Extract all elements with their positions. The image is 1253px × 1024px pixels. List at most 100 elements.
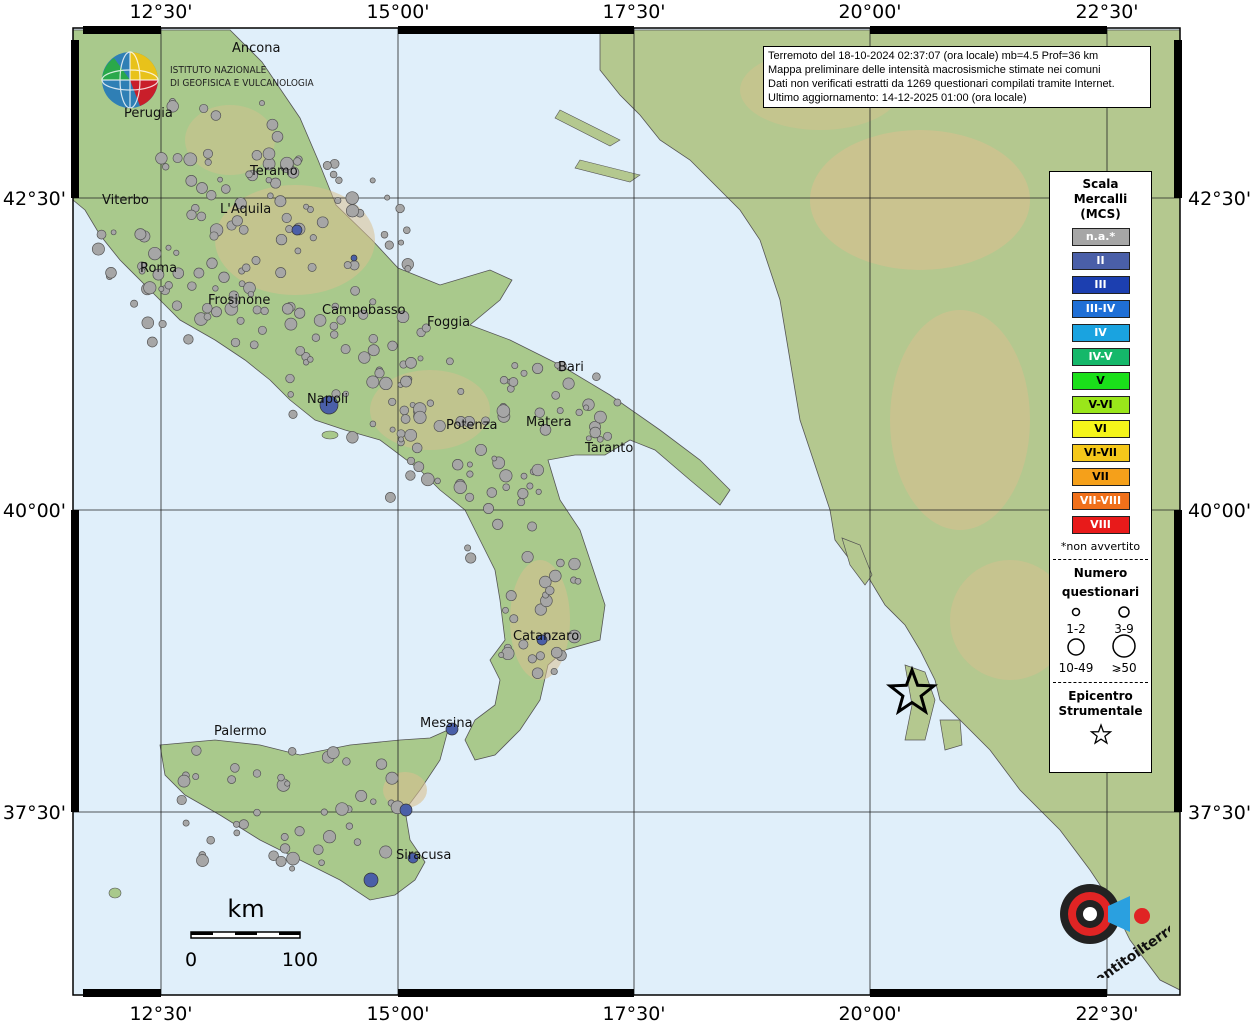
intensity-point <box>196 182 208 194</box>
intensity-point <box>204 158 212 166</box>
intensity-point <box>318 859 325 866</box>
intensity-point <box>164 281 173 290</box>
intensity-point <box>146 336 158 348</box>
intensity-point <box>496 404 511 418</box>
intensity-point <box>274 195 287 208</box>
intensity-point <box>453 480 467 494</box>
intensity-point <box>91 242 105 256</box>
lon-label: 22°30' <box>1075 1003 1138 1024</box>
intensity-point <box>370 798 377 805</box>
city-label: Taranto <box>584 441 633 456</box>
intensity-point <box>267 192 274 200</box>
intensity-point <box>285 225 294 234</box>
intensity-point <box>355 789 368 802</box>
lon-label: 15°00' <box>366 1003 429 1024</box>
intensity-point <box>550 646 563 659</box>
lon-label: 17°30' <box>602 1 665 23</box>
legend-title: Mercalli <box>1073 192 1128 206</box>
intensity-point <box>313 844 324 855</box>
intensity-point <box>288 409 298 419</box>
intensity-point <box>307 262 317 272</box>
info-line: Dati non verificati estratti da 1269 que… <box>768 78 1115 90</box>
intensity-point <box>183 334 194 345</box>
epicenter-title: Strumentale <box>1058 704 1143 718</box>
intensity-point <box>404 265 412 273</box>
intensity-point <box>405 357 417 369</box>
intensity-point <box>172 153 183 164</box>
intensity-point <box>275 233 288 246</box>
intensity-point <box>358 351 371 364</box>
intensity-point <box>289 865 296 872</box>
intensity-point <box>556 558 565 568</box>
intensity-point <box>307 356 314 363</box>
intensity-point <box>281 212 292 223</box>
legend-swatch: VII <box>1071 468 1130 486</box>
intensity-point <box>400 375 412 388</box>
count-label: 1-2 <box>1066 622 1086 636</box>
intensity-point <box>155 152 168 165</box>
intensity-point <box>284 780 291 787</box>
legend-swatch: III <box>1071 276 1130 294</box>
intensity-point <box>384 240 394 250</box>
intensity-point <box>551 390 561 400</box>
lon-label: 12°30' <box>129 1003 192 1024</box>
city-label: Palermo <box>214 724 267 739</box>
intensity-point <box>259 100 265 107</box>
intensity-point <box>275 855 287 867</box>
intensity-point <box>466 461 473 468</box>
legend-swatches: n.a.* II III III-IV IV IV-V V V-VI VI VI-VII VII VI… <box>1050 228 1151 534</box>
intensity-point <box>203 148 213 159</box>
count-size-legend: 1-2 3-9 10-49 ⩾50 <box>1059 606 1137 675</box>
intensity-point <box>491 455 498 462</box>
intensity-point <box>387 340 398 351</box>
intensity-point <box>281 303 294 315</box>
city-label: L'Aquila <box>220 202 271 217</box>
legend-swatch: IV <box>1071 324 1130 342</box>
lat-label: 40°00' <box>3 500 66 522</box>
intensity-point <box>343 261 352 270</box>
count-label: 3-9 <box>1114 622 1134 636</box>
intensity-point <box>227 775 236 784</box>
lat-label: 42°30' <box>3 188 66 210</box>
intensity-point <box>287 391 294 398</box>
intensity-point <box>171 300 183 311</box>
intensity-point <box>405 470 416 481</box>
city-label: Bari <box>558 360 584 375</box>
intensity-point <box>520 472 528 480</box>
ingv-globe-icon <box>101 51 159 109</box>
intensity-point <box>316 216 329 229</box>
intensity-point <box>550 667 558 676</box>
legend-swatch: VI-VII <box>1071 444 1130 462</box>
intensity-point <box>385 771 399 785</box>
intensity-point <box>270 177 282 189</box>
count-label: 10-49 <box>1059 661 1094 672</box>
intensity-point <box>249 340 259 350</box>
scale-max: 100 <box>282 949 318 971</box>
intensity-point <box>353 838 362 846</box>
intensity-point <box>466 470 474 478</box>
scale-unit: km <box>227 895 264 923</box>
intensity-point <box>531 463 544 477</box>
intensity-point <box>210 110 222 121</box>
legend-title: Scala <box>1082 177 1119 191</box>
legend-swatch: VI <box>1071 420 1130 438</box>
city-label: Napoli <box>307 392 348 407</box>
intensity-point <box>196 854 209 867</box>
intensity-point <box>342 757 351 766</box>
intensity-point <box>556 407 564 415</box>
legend-swatch: V-VI <box>1071 396 1130 414</box>
intensity-point <box>499 469 513 483</box>
intensity-point <box>294 826 305 837</box>
city-label: Siracusa <box>396 848 451 863</box>
legend-swatch: V <box>1071 372 1130 390</box>
intensity-point <box>535 488 542 495</box>
intensity-point <box>345 822 354 830</box>
epicenter-title: Epicentro <box>1068 689 1133 703</box>
count-title: questionari <box>1061 585 1140 599</box>
intensity-point <box>592 372 601 381</box>
intensity-point <box>191 745 202 756</box>
city-label: Matera <box>526 415 572 430</box>
intensity-point <box>498 652 505 658</box>
legend-swatch: VIII <box>1071 516 1130 534</box>
intensity-point <box>177 774 191 788</box>
